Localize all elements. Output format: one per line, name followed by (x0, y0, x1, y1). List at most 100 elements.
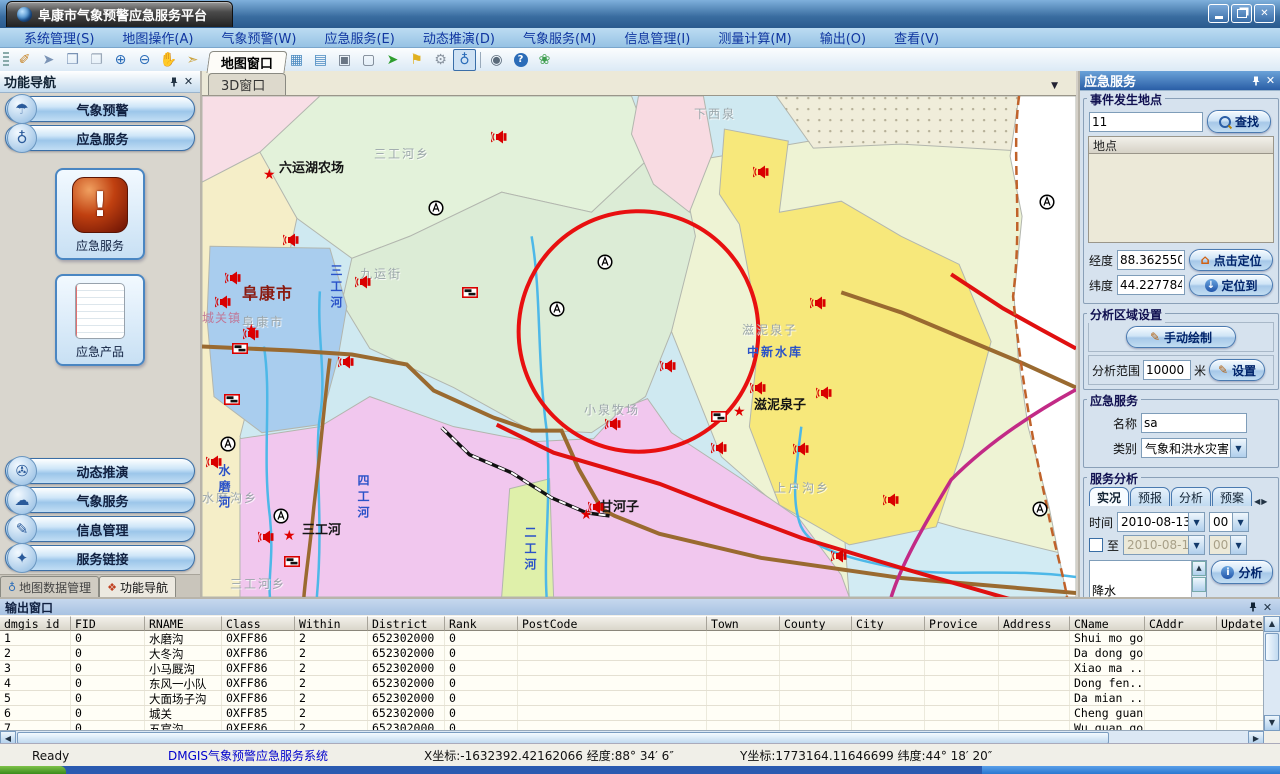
close-button[interactable]: ✕ (1254, 4, 1275, 23)
warning-speaker-icon[interactable] (816, 385, 834, 401)
column-header-County[interactable]: County (780, 616, 852, 631)
menu-item-信息管理(I)[interactable]: 信息管理(I) (610, 28, 704, 47)
date-end-select[interactable]: 2010-08-13 ▼ (1123, 535, 1205, 555)
export-image-icon[interactable]: ❀ (533, 49, 556, 71)
chevron-down-icon[interactable]: ▼ (1230, 439, 1246, 457)
scroll-up-icon[interactable]: ▲ (1192, 561, 1206, 576)
warning-speaker-icon[interactable] (283, 232, 301, 248)
warning-speaker-icon[interactable] (206, 454, 224, 470)
pin-icon[interactable] (1248, 74, 1263, 88)
table-row[interactable]: 20大冬沟0XFF8626523020000Da dong gou (0, 646, 1264, 661)
warning-speaker-icon[interactable] (831, 548, 849, 564)
tool-button-应急服务[interactable]: !应急服务 (55, 168, 145, 260)
placemark-icon[interactable]: ⚑ (405, 49, 428, 71)
image-icon[interactable]: ▤ (309, 49, 332, 71)
sidebar-item-动态推演[interactable]: ✇动态推演 (5, 458, 195, 484)
column-header-Address[interactable]: Address (999, 616, 1070, 631)
reservoir-flag-icon[interactable] (462, 283, 480, 299)
menu-item-应急服务(E)[interactable]: 应急服务(E) (310, 28, 408, 47)
warning-speaker-icon[interactable] (355, 274, 373, 290)
sidebar-item-气象服务[interactable]: ☁气象服务 (5, 487, 195, 513)
globe-tool-icon[interactable]: ♁ (453, 49, 476, 71)
map-tab-3D窗口[interactable]: 3D窗口 (208, 73, 286, 95)
locate-by-click-button[interactable]: ⌂ 点击定位 (1189, 249, 1273, 271)
tab-scroll-left-icon[interactable]: ◀ (1254, 497, 1260, 506)
chevron-down-icon[interactable]: ▼ (1230, 536, 1246, 554)
tool-button-应急产品[interactable]: 应急产品 (55, 274, 145, 366)
chevron-down-icon[interactable]: ▼ (1188, 513, 1204, 531)
pointer-icon[interactable]: ➣ (181, 49, 204, 71)
hour-end-select[interactable]: 00 ▼ (1209, 535, 1247, 555)
column-header-CName[interactable]: CName (1070, 616, 1145, 631)
pin-icon[interactable] (1245, 600, 1260, 614)
clear-selection-icon[interactable]: ❐ (85, 49, 108, 71)
column-header-Town[interactable]: Town (707, 616, 780, 631)
column-header-Within[interactable]: Within (295, 616, 368, 631)
warning-speaker-icon[interactable] (753, 164, 771, 180)
search-button[interactable]: 查找 (1207, 110, 1271, 133)
location-list[interactable] (1088, 154, 1274, 243)
toolbar-grip[interactable] (3, 52, 9, 68)
panel-close-icon[interactable]: ✕ (181, 75, 196, 89)
warning-speaker-icon[interactable] (225, 270, 243, 286)
warning-speaker-icon[interactable] (750, 380, 768, 396)
warning-speaker-icon[interactable] (883, 492, 901, 508)
restore-button[interactable] (1231, 4, 1252, 23)
column-header-CAddr[interactable]: CAddr (1145, 616, 1217, 631)
sidebar-item-信息管理[interactable]: ✎信息管理 (5, 516, 195, 542)
analysis-tab-实况[interactable]: 实况 (1089, 487, 1129, 506)
menu-item-测量计算(M)[interactable]: 测量计算(M) (704, 28, 805, 47)
column-header-Class[interactable]: Class (222, 616, 295, 631)
monitor-station-icon[interactable] (597, 254, 615, 270)
column-header-Update[interactable]: Update (1217, 616, 1264, 631)
warning-speaker-icon[interactable] (338, 354, 356, 370)
panel-close-icon[interactable]: ✕ (1263, 74, 1278, 88)
hour-start-select[interactable]: 00 ▼ (1209, 512, 1249, 532)
map-window-dropdown[interactable]: ▼ (1051, 81, 1058, 91)
analyze-button[interactable]: i 分析 (1211, 560, 1273, 584)
to-checkbox[interactable] (1089, 538, 1103, 552)
zoom-in-icon[interactable]: ⊕ (109, 49, 132, 71)
monitor-station-icon[interactable] (273, 508, 291, 524)
longitude-input[interactable] (1117, 250, 1185, 270)
column-header-PostCode[interactable]: PostCode (518, 616, 707, 631)
table-row[interactable]: 40东风一小队0XFF8626523020000Dong fen... (0, 676, 1264, 691)
zoom-out-icon[interactable]: ⊖ (133, 49, 156, 71)
column-header-FID[interactable]: FID (71, 616, 145, 631)
column-header-Rank[interactable]: Rank (445, 616, 518, 631)
table-vertical-scrollbar[interactable]: ▲ ▼ (1263, 616, 1280, 731)
column-header-RNAME[interactable]: RNAME (145, 616, 222, 631)
table-row[interactable]: 10水磨沟0XFF8626523020000Shui mo gou (0, 631, 1264, 646)
set-range-button[interactable]: ✎ 设置 (1209, 359, 1265, 381)
analysis-tab-分析[interactable]: 分析 (1171, 487, 1211, 506)
monitor-station-icon[interactable] (428, 200, 446, 216)
map-tab-地图窗口[interactable]: 地图窗口 (206, 51, 287, 73)
eye-icon[interactable]: ◉ (485, 49, 508, 71)
pin-icon[interactable] (166, 75, 181, 89)
chevron-down-icon[interactable]: ▼ (1188, 536, 1204, 554)
column-header-District[interactable]: District (368, 616, 445, 631)
map-canvas[interactable]: 六运湖农场三工河乡下西泉九运街阜康市阜康市城关镇小泉牧场滋泥泉子中新水库滋泥泉子… (202, 96, 1076, 597)
scroll-thumb[interactable] (1265, 633, 1279, 661)
warning-speaker-icon[interactable] (215, 294, 233, 310)
scroll-up-icon[interactable]: ▲ (1264, 616, 1280, 632)
measure-icon[interactable]: ✐ (13, 49, 36, 71)
warning-speaker-icon[interactable] (491, 129, 509, 145)
menu-item-系统管理(S)[interactable]: 系统管理(S) (10, 28, 108, 47)
table-row[interactable]: 50大面场子沟0XFF8626523020000Da mian ... (0, 691, 1264, 706)
monitor-station-icon[interactable] (1039, 194, 1057, 210)
select-features-icon[interactable]: ➤ (37, 49, 60, 71)
print-icon[interactable]: ▣ (333, 49, 356, 71)
monitor-station-icon[interactable] (220, 436, 238, 452)
analysis-tab-预案[interactable]: 预案 (1212, 487, 1252, 506)
menu-item-查看(V)[interactable]: 查看(V) (880, 28, 953, 47)
panel-tab-地图数据管理[interactable]: ♁地图数据管理 (0, 576, 99, 597)
reservoir-flag-icon[interactable] (232, 339, 250, 355)
warning-speaker-icon[interactable] (793, 441, 811, 457)
column-header-City[interactable]: City (852, 616, 925, 631)
reservoir-flag-icon[interactable] (284, 552, 302, 568)
warning-speaker-icon[interactable] (258, 529, 276, 545)
latitude-input[interactable] (1117, 275, 1185, 295)
monitor-station-icon[interactable] (1032, 501, 1050, 517)
sidebar-item-服务链接[interactable]: ✦服务链接 (5, 545, 195, 571)
